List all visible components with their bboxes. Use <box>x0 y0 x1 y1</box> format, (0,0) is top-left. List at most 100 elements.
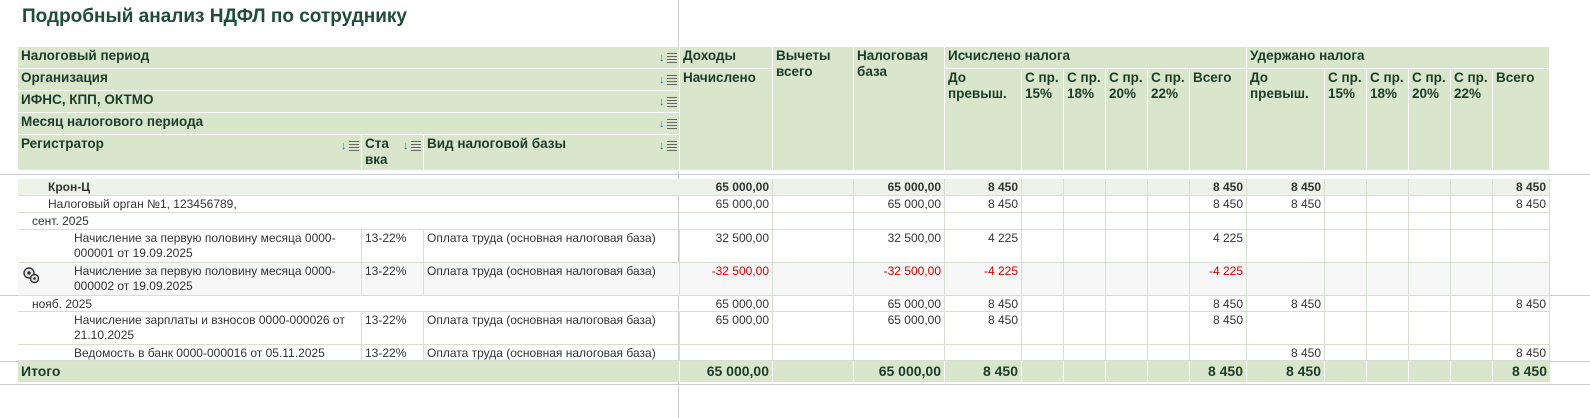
sort-icon[interactable]: ↓ <box>341 140 359 152</box>
cell-base: 65 000,00 <box>854 196 945 212</box>
cell-rate: 13-22% <box>362 230 424 262</box>
cell-base-type: Оплата труда (основная налоговая база) <box>424 345 680 360</box>
header-label: До превыш. <box>948 70 1007 101</box>
header-rate[interactable]: Ставка ↓ <box>362 135 424 171</box>
cell-deductions <box>773 196 854 212</box>
cell-empty <box>1022 230 1064 262</box>
cell-empty <box>1367 213 1409 229</box>
header-tax-period[interactable]: Налоговый период ↓ <box>18 47 680 69</box>
row-label: сент. 2025 <box>32 214 89 228</box>
cell-empty <box>1451 179 1493 195</box>
header-label: С пр. 22% <box>1151 70 1185 101</box>
cell-empty <box>1367 263 1409 295</box>
cell-empty <box>1493 230 1550 262</box>
header-calc-18: С пр. 18% <box>1064 69 1106 171</box>
cell-empty <box>1409 361 1451 382</box>
cell-rate: 13-22% <box>362 263 424 295</box>
sort-icon[interactable]: ↓ <box>659 96 677 108</box>
cell-accrued: 65 000,00 <box>680 179 773 195</box>
header-base-type[interactable]: Вид налоговой базы ↓ <box>424 135 680 171</box>
cell-empty <box>854 213 945 229</box>
cell-empty <box>1451 196 1493 212</box>
sort-icon[interactable]: ↓ <box>659 118 677 130</box>
sort-icon[interactable]: ↓ <box>659 52 677 64</box>
cell-empty <box>1064 230 1106 262</box>
cell-empty <box>1064 312 1106 344</box>
header-with-15: С пр. 15% <box>1325 69 1367 171</box>
cell-empty <box>1148 296 1190 311</box>
cell-empty <box>1451 230 1493 262</box>
cell-empty <box>1409 312 1451 344</box>
table-row-organization[interactable]: Крон-Ц 65 000,00 65 000,00 8 450 8 450 8… <box>18 179 1550 196</box>
cell-deductions <box>773 312 854 344</box>
cell-empty <box>1325 263 1367 295</box>
cell-empty <box>680 345 773 360</box>
cell-base: 65 000,00 <box>854 296 945 311</box>
table-row-document[interactable]: Начисление зарплаты и взносов 0000-00002… <box>18 312 1550 345</box>
cell-calc-total: 8 450 <box>1190 312 1247 344</box>
cell-calc-before: 8 450 <box>945 179 1022 195</box>
cell-empty <box>1409 179 1451 195</box>
header-ifns[interactable]: ИФНС, КПП, ОКТМО ↓ <box>18 91 680 113</box>
table-row-month[interactable]: нояб. 2025 65 000,00 65 000,00 8 450 8 4… <box>18 296 1550 312</box>
cell-empty <box>1247 312 1325 344</box>
cell-empty <box>1409 296 1451 311</box>
header-label: Налоговая база <box>857 48 929 79</box>
table-row-document-reversal[interactable]: Начисление за первую половину месяца 000… <box>18 263 1550 296</box>
header-calc-before: До превыш. <box>945 69 1022 171</box>
cell-empty <box>1148 263 1190 295</box>
cell-empty <box>1022 296 1064 311</box>
row-label: Начисление за первую половину месяца 000… <box>18 263 362 295</box>
cell-empty <box>1022 213 1064 229</box>
table-row-document[interactable]: Начисление за первую половину месяца 000… <box>18 230 1550 263</box>
cell-empty <box>1148 312 1190 344</box>
cell-with-total: 8 450 <box>1493 296 1550 311</box>
header-with-total: Всего <box>1493 69 1550 171</box>
table-row-month[interactable]: сент. 2025 <box>18 213 1550 230</box>
sort-icon[interactable]: ↓ <box>403 140 421 152</box>
header-month[interactable]: Месяц налогового периода ↓ <box>18 113 680 135</box>
header-deductions: Вычеты всего <box>773 47 854 171</box>
header-label: С пр. 20% <box>1109 70 1143 101</box>
header-with-22: С пр. 22% <box>1451 69 1493 171</box>
cell-empty <box>1325 213 1367 229</box>
cell-empty <box>1451 213 1493 229</box>
table-row-totals[interactable]: Итого 65 000,00 65 000,00 8 450 8 450 8 … <box>18 361 1550 382</box>
cell-empty <box>1451 263 1493 295</box>
cell-empty <box>1451 361 1493 382</box>
header-with-18: С пр. 18% <box>1367 69 1409 171</box>
cell-empty <box>945 213 1022 229</box>
header-income: Доходы <box>680 47 773 69</box>
header-label: ИФНС, КПП, ОКТМО <box>21 92 154 107</box>
cell-calc-total: 8 450 <box>1190 296 1247 311</box>
header-with-20: С пр. 20% <box>1409 69 1451 171</box>
header-organization[interactable]: Организация ↓ <box>18 69 680 91</box>
cell-empty <box>1493 263 1550 295</box>
row-label: Налоговый орган №1, 123456789, <box>48 197 237 211</box>
sort-icon[interactable]: ↓ <box>659 140 677 152</box>
cell-calc-total: 8 450 <box>1190 196 1247 212</box>
cell-deductions <box>773 230 854 262</box>
cell-empty <box>1325 345 1367 360</box>
cell-base: 65 000,00 <box>854 179 945 195</box>
cell-accrued: -32 500,00 <box>680 263 773 295</box>
total-deductions <box>773 361 854 382</box>
sort-icon[interactable]: ↓ <box>659 74 677 86</box>
header-label: С пр. 15% <box>1025 70 1059 101</box>
cell-calc-before: -4 225 <box>945 263 1022 295</box>
cell-empty <box>1367 312 1409 344</box>
cell-accrued: 65 000,00 <box>680 196 773 212</box>
table-row-document[interactable]: Ведомость в банк 0000-000016 от 05.11.20… <box>18 345 1550 361</box>
table-row-tax-authority[interactable]: Налоговый орган №1, 123456789, 65 000,00… <box>18 196 1550 213</box>
cell-base-type: Оплата труда (основная налоговая база) <box>424 263 680 295</box>
cell-empty <box>1106 196 1148 212</box>
header-registrar[interactable]: Регистратор ↓ <box>18 135 362 171</box>
cell-empty <box>1148 213 1190 229</box>
cell-empty <box>1409 196 1451 212</box>
cell-empty <box>1493 312 1550 344</box>
cell-calc-before: 4 225 <box>945 230 1022 262</box>
cell-rate: 13-22% <box>362 312 424 344</box>
header-label: Доходы <box>683 48 737 63</box>
mouse-cursor-icon <box>23 267 40 284</box>
cell-empty <box>1190 213 1247 229</box>
